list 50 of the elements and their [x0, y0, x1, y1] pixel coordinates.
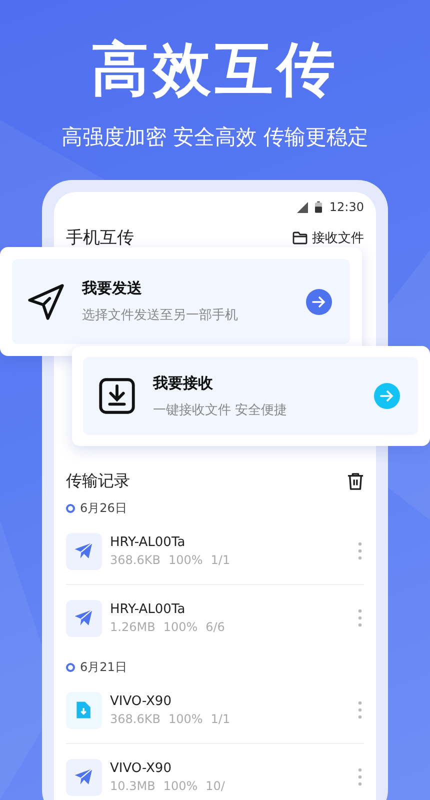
progress-percent: 100% [163, 620, 198, 634]
action-title: 我要接收 [153, 374, 214, 392]
file-count: 6/6 [206, 620, 225, 634]
download-icon [97, 376, 137, 416]
progress-percent: 100% [163, 779, 198, 793]
action-subtitle: 选择文件发送至另一部手机 [82, 307, 239, 324]
date-marker-icon [66, 504, 75, 512]
more-icon[interactable] [358, 541, 362, 561]
paper-plane-icon [66, 758, 102, 796]
action-card[interactable]: 我要发送 选择文件发送至另一部手机 [0, 247, 362, 356]
signal-icon [297, 202, 308, 212]
date-marker-icon [66, 662, 75, 672]
action-card[interactable]: 我要接收 一键接收文件 安全便捷 [72, 346, 430, 446]
date-label: 6月26日 [80, 500, 127, 516]
device-name: HRY-AL00Ta [110, 602, 186, 617]
file-size: 368.6KB [110, 553, 160, 567]
file-count: 1/1 [210, 712, 230, 726]
trash-icon[interactable] [347, 472, 364, 491]
headline: 高效互传 [90, 34, 340, 105]
app-title: 手机互传 [66, 227, 134, 249]
transfer-record[interactable]: VIVO-X90 10.3MB 100% 10/ [66, 744, 364, 800]
more-icon[interactable] [358, 700, 362, 720]
transfer-record[interactable]: HRY-AL00Ta 1.26MB 100% 6/6 [66, 585, 364, 651]
file-size: 10.3MB [110, 779, 156, 793]
date-label: 6月21日 [80, 658, 127, 676]
action-subtitle: 一键接收文件 安全便捷 [153, 402, 288, 418]
received-files-button[interactable]: 接收文件 [292, 228, 364, 246]
download-folder-icon [66, 692, 102, 728]
paper-plane-icon [66, 600, 102, 636]
device-name: VIVO-X90 [110, 694, 172, 709]
paper-plane-icon [66, 532, 102, 570]
progress-percent: 100% [168, 553, 203, 567]
more-icon[interactable] [358, 767, 362, 787]
history-title: 传输记录 [66, 471, 130, 492]
more-icon[interactable] [358, 608, 362, 628]
action-title: 我要发送 [82, 279, 143, 298]
progress-percent: 100% [168, 712, 203, 726]
tagline: 高强度加密 安全高效 传输更稳定 [60, 124, 370, 151]
file-count: 10/ [206, 779, 225, 793]
transfer-record[interactable]: VIVO-X90 368.6KB 100% 1/1 [66, 677, 364, 744]
file-count: 1/1 [210, 553, 230, 567]
folder-icon [292, 230, 308, 244]
device-name: VIVO-X90 [110, 761, 172, 776]
status-time: 12:30 [329, 200, 364, 214]
battery-icon [315, 201, 322, 213]
file-size: 368.6KB [110, 712, 160, 726]
paper-plane-icon [26, 282, 66, 322]
transfer-record[interactable]: HRY-AL00Ta 368.6KB 100% 1/1 [66, 518, 364, 585]
file-size: 1.26MB [110, 620, 156, 634]
device-name: HRY-AL00Ta [110, 535, 186, 550]
